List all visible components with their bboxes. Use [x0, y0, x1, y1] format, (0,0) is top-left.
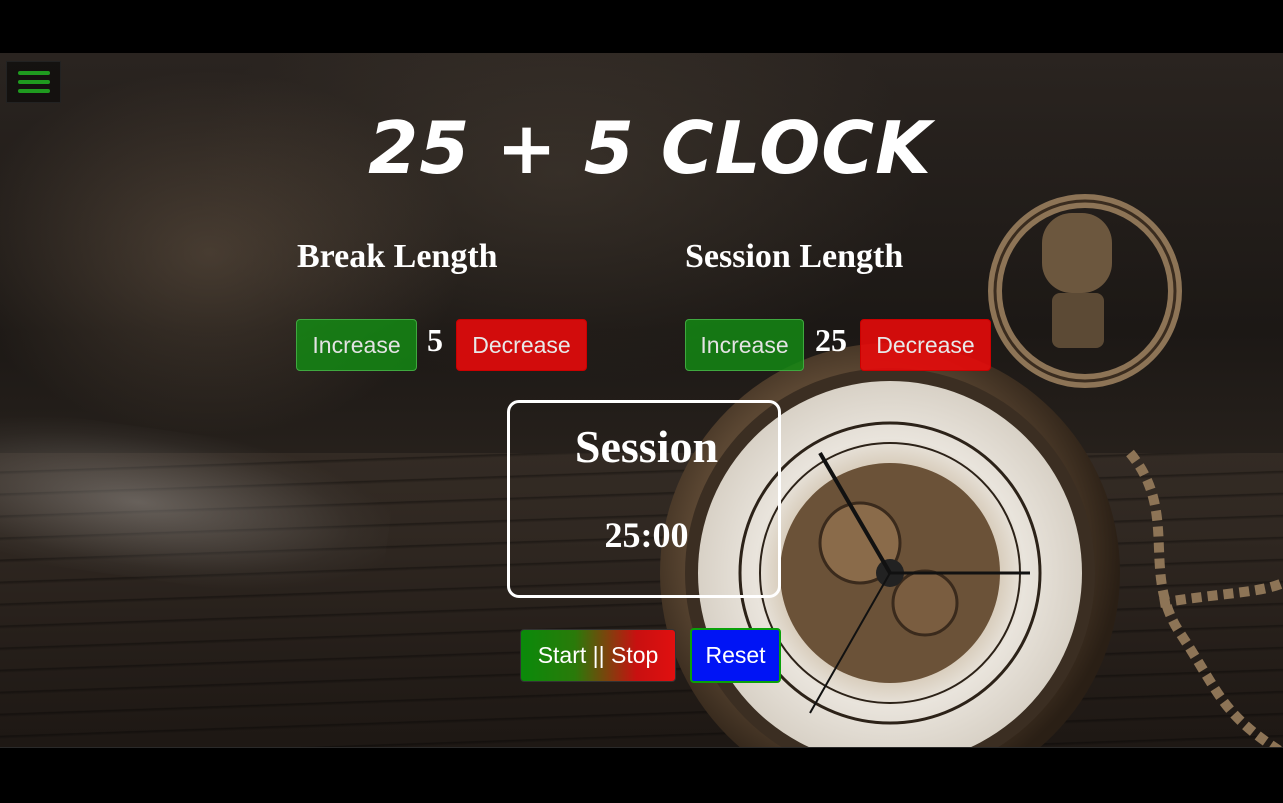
start-stop-button[interactable]: Start || Stop	[520, 629, 676, 682]
timer-label: Session	[574, 421, 719, 472]
hamburger-menu-icon	[17, 71, 50, 75]
top-black-bar	[0, 0, 1283, 53]
session-length-label: Session Length	[685, 238, 904, 275]
hamburger-menu-button[interactable]	[6, 61, 61, 103]
break-length-value: 5	[427, 322, 443, 358]
bottom-black-bar	[0, 747, 1283, 803]
break-length-label: Break Length	[297, 238, 498, 275]
reset-button[interactable]: Reset	[690, 628, 781, 683]
app-title: 25 + 5 CLOCK	[368, 106, 932, 190]
session-length-value: 25	[815, 322, 847, 358]
timer-time-left: 25:00	[604, 515, 689, 555]
session-increase-button[interactable]: Increase	[685, 319, 804, 371]
break-decrease-button[interactable]: Decrease	[456, 319, 587, 371]
break-increase-button[interactable]: Increase	[296, 319, 417, 371]
session-decrease-button[interactable]: Decrease	[860, 319, 991, 371]
